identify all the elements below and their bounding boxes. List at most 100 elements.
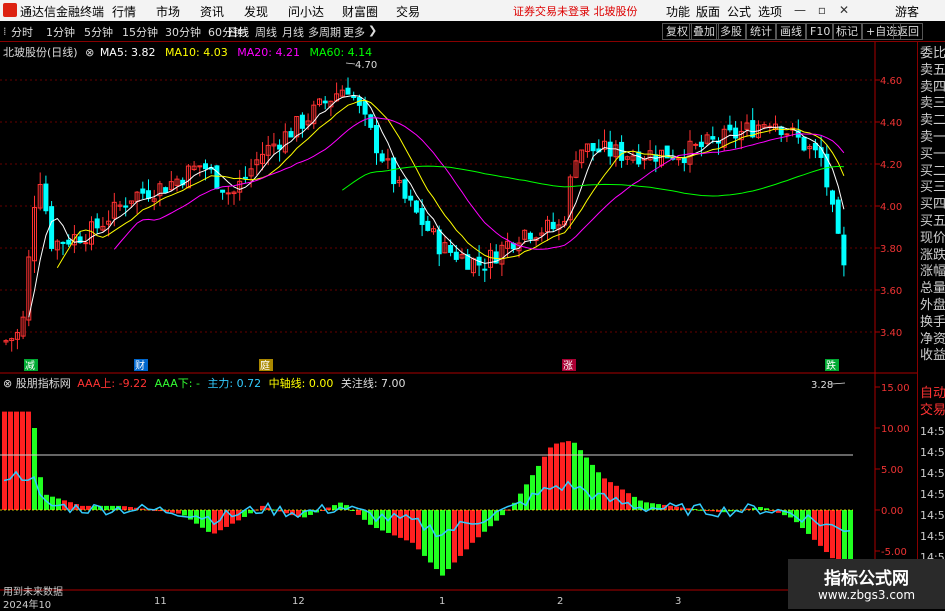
candle-body [351,95,357,98]
indicator-bar [560,442,565,510]
period-multi[interactable]: 多周期 [308,24,341,40]
indicator-bar [608,482,613,510]
sub-y-tick-label: 15.00 [881,383,910,394]
watermark-badge: 指标公式网 www.zbgs3.com [788,559,945,609]
period-1min[interactable]: 1分钟 [46,24,75,40]
period-weekly[interactable]: 周线 [255,24,277,40]
y-tick-label: 3.60 [880,286,902,297]
low-annotation: 3.28 [811,380,833,391]
minimize-icon[interactable]: — [790,2,810,18]
button-overlay[interactable]: 叠加 [689,23,719,40]
period-5min[interactable]: 5分钟 [84,24,113,40]
auto-trade-label[interactable]: 自动 [920,386,945,402]
close-icon[interactable]: ✕ [834,2,854,18]
period-30min[interactable]: 30分钟 [165,24,201,40]
sub-y-tick-label: -5.00 [881,547,907,558]
menu-trade[interactable]: 交易 [396,3,420,20]
indicator-bar [2,411,7,510]
button-mark[interactable]: 标记 [832,23,862,40]
indicator-bar [806,510,811,534]
quote-field-14: 总量 [920,281,945,297]
menu-news[interactable]: 资讯 [200,3,224,20]
indicator-bar [440,510,445,576]
x-label: 2 [557,596,564,607]
menu-discover[interactable]: 发现 [244,3,268,20]
sub-y-axis: 15.00 10.00 5.00 0.00 -5.00 [875,383,910,558]
indicator-bar [122,506,127,510]
candle-body [778,126,784,136]
menu-ask[interactable]: 问小达 [288,3,324,20]
period-toolbar: ⁞ 分时 1分钟 5分钟 15分钟 30分钟 60分钟 日线 周线 月线 多周期… [0,21,945,42]
menu-formula[interactable]: 公式 [727,3,751,20]
menu-function[interactable]: 功能 [666,3,690,20]
candle-body [299,114,305,129]
quote-field-6: 买一 [920,146,945,162]
high-annotation: 4.70 [355,60,377,71]
button-draw[interactable]: 画线 [776,23,806,40]
period-tick[interactable]: 分时 [11,24,33,40]
candle-body [322,100,328,104]
candle-body [824,153,830,188]
button-multi-stock[interactable]: 多股 [716,23,746,40]
period-more[interactable]: 更多 [343,24,365,40]
period-daily[interactable]: 日线 [227,24,249,40]
x-axis: 2024年10 11 12 1 2 3 [0,596,875,611]
candle-body [727,124,733,131]
auto-trade-label[interactable]: 交易 [920,403,945,419]
indicator-bar [824,510,829,553]
indicator-bar [50,496,55,510]
button-back[interactable]: 返回 [893,23,923,40]
indicator-bar [182,510,187,516]
candle-body [146,190,151,199]
indicator-bar [356,510,361,515]
period-15min[interactable]: 15分钟 [122,24,158,40]
event-marker-label: 庭 [260,359,270,372]
menu-market[interactable]: 市场 [156,3,180,20]
indicator-bar [32,428,37,510]
more-dropdown-icon[interactable]: ❯ [368,24,377,37]
event-marker-label: 跌 [826,359,836,372]
candle-body [140,188,146,194]
indicator-bar [674,506,679,510]
indicator-bar [410,510,415,543]
indicator-bar [206,510,211,532]
quote-field-13: 涨幅 [920,264,945,280]
candle-body [733,127,739,139]
indicator-bar [500,510,505,516]
indicator-bar [188,510,193,520]
indicator-bar [626,493,631,510]
quote-field-15: 外盘 [920,298,945,313]
candle-body [550,221,556,230]
candle-body [448,244,454,253]
y-tick-label: 3.80 [880,244,902,255]
period-monthly[interactable]: 月线 [282,24,304,40]
indicator-bar [848,510,853,561]
indicator-bar [434,510,439,570]
quote-field-17: 净资 [920,331,945,347]
candle-body [345,87,351,95]
button-stats[interactable]: 统计 [746,23,776,40]
candle-body [66,239,72,245]
chart-canvas[interactable]: 4.60 4.40 4.20 4.00 3.80 3.60 3.40 4.70 3.28 减… [0,42,917,609]
menu-layout[interactable]: 版面 [696,3,720,20]
event-marker-label: 涨 [563,360,573,372]
indicator-bar [422,510,427,556]
menu-quotes[interactable]: 行情 [112,3,136,20]
menu-wealth[interactable]: 财富圈 [342,3,378,20]
indicator-bar [578,450,583,510]
menu-options[interactable]: 选项 [758,3,782,20]
watermark-url: www.zbgs3.com [817,588,916,602]
quote-field-18: 收益 [920,348,945,364]
indicator-bar [458,510,463,556]
candle-body [203,163,208,170]
indicator-bar [830,510,835,559]
y-tick-label: 4.00 [880,202,902,213]
indicator-bar [104,505,109,510]
candle-body [436,229,442,255]
button-adjust[interactable]: 复权 [662,23,692,40]
indicator-bar [284,510,289,514]
user-label[interactable]: 游客 [895,3,919,20]
button-f10[interactable]: F10 [806,23,835,40]
quote-field-5: 卖一 [920,130,945,145]
restore-icon[interactable]: ▫ [812,2,832,18]
